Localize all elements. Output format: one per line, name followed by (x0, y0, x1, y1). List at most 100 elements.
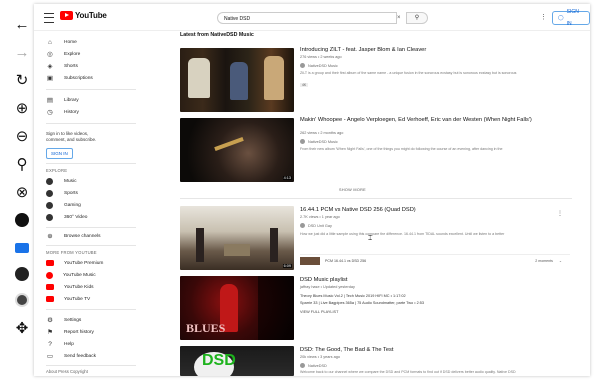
sidebar-item-gaming[interactable]: Gaming (34, 200, 146, 210)
sidebar-divider (46, 365, 136, 366)
thumbnail-speaker (270, 228, 278, 262)
sidebar-divider (46, 123, 136, 124)
sidebar-item-browse-channels[interactable]: ⊕ Browse channels (34, 231, 146, 241)
avatar (300, 63, 305, 68)
channel-link[interactable]: NativeDSD (300, 363, 327, 368)
show-more-link[interactable]: SHOW MORE (339, 188, 366, 192)
feedback-icon: ▭ (46, 353, 54, 360)
video-duration: 6:09 (282, 264, 292, 268)
moments-count[interactable]: 2 moments (535, 259, 553, 263)
channel-link[interactable]: NativeDSD Music (300, 139, 338, 144)
sidebar-item-360-video[interactable]: 360° Video (34, 212, 146, 222)
gear-icon: ⚙ (47, 317, 53, 324)
sidebar-item-shorts[interactable]: ◈ Shorts (34, 61, 146, 71)
video-more-options-icon[interactable]: ⋮ (557, 210, 563, 217)
playlist-item[interactable]: Theory Blues Music Vol.2 | Tech Music 20… (300, 294, 406, 298)
sidebar-item-label: YouTube TV (64, 296, 91, 302)
key-moments-row[interactable]: PCM 16.44.1 vs DSD 256 2 moments ⌄ (300, 254, 570, 267)
thumbnail-text: BLUES (186, 321, 226, 335)
video-thumbnail[interactable]: 6:09 (180, 206, 294, 270)
sidebar-item-subscriptions[interactable]: ▣ Subscriptions (34, 73, 146, 83)
playlist-meta: jaffray hase • Updated yesterday (300, 285, 355, 289)
edge-icon[interactable] (12, 210, 32, 230)
sidebar-item-music[interactable]: Music (34, 176, 146, 186)
playlist-item[interactable]: Sparrie 33 | Live Bagpipes 365a | 75 Aud… (300, 301, 424, 305)
video-description: From their new album 'When Night Falls',… (300, 147, 503, 151)
video-thumbnail[interactable]: 4:13 (180, 118, 294, 182)
zoom-in-icon[interactable]: ⊕ (12, 98, 32, 118)
video-title[interactable]: Makin' Whoopee - Angelo Verploegen, Ed V… (300, 117, 550, 124)
sidebar-item-library[interactable]: ▤ Library (34, 95, 146, 105)
sidebar-item-sports[interactable]: Sports (34, 188, 146, 198)
sidebar-item-explore[interactable]: ◎ Explore (34, 49, 146, 59)
menu-icon[interactable] (44, 13, 54, 23)
gaming-icon (46, 201, 53, 209)
move-icon[interactable]: ✥ (12, 318, 32, 338)
sidebar-footer[interactable]: About Press Copyright (46, 369, 88, 374)
sign-in-prompt: Sign in to like videos, comment, and sub… (46, 131, 97, 142)
sidebar-item-label: Shorts (64, 63, 78, 69)
sidebar-item-settings[interactable]: ⚙ Settings (34, 315, 146, 325)
forward-arrow-icon[interactable]: → (12, 42, 32, 62)
youtube-play-icon (60, 11, 73, 20)
settings-circle-icon[interactable] (12, 290, 32, 310)
moment-thumbnail (300, 257, 320, 265)
sidebar-item-label: Home (64, 39, 77, 45)
sidebar-sign-in-button[interactable]: SIGN IN (46, 148, 73, 159)
sidebar-item-report-history[interactable]: ⚑ Report history (34, 327, 146, 337)
video-title[interactable]: Introducing ZILT - feat. Jasper Blom & I… (300, 47, 426, 54)
view-full-playlist-link[interactable]: VIEW FULL PLAYLIST (300, 310, 338, 314)
sidebar-item-help[interactable]: ? Help (34, 339, 146, 349)
video-description: ZILT is a group and their first album of… (300, 71, 517, 75)
sidebar-item-youtube-music[interactable]: YouTube Music (34, 270, 146, 280)
sidebar-item-label: Library (64, 97, 79, 103)
search-input[interactable]: Native DSD (217, 12, 397, 24)
search-icon[interactable]: ⚲ (12, 154, 32, 174)
youtube-tv-icon (46, 296, 54, 302)
thumbnail-speaker (196, 228, 204, 262)
media-icon[interactable] (12, 264, 32, 284)
sidebar-divider (46, 309, 136, 310)
playlist-title[interactable]: DSD Music playlist (300, 277, 347, 284)
channel-name: DSD Unit Gay (308, 223, 332, 228)
sidebar-divider (46, 89, 136, 90)
channel-link[interactable]: DSD Unit Gay (300, 223, 332, 228)
sidebar-item-home[interactable]: ⌂ Home (34, 37, 146, 47)
video-thumbnail[interactable]: DSD (180, 346, 294, 376)
playlist-thumbnail[interactable]: BLUES (180, 276, 294, 340)
subscriptions-icon: ▣ (46, 75, 54, 82)
back-arrow-icon[interactable]: ← (12, 14, 32, 34)
shorts-icon: ◈ (47, 63, 53, 70)
moment-label: PCM 16.44.1 vs DSD 256 (325, 259, 367, 263)
video-title[interactable]: 16.44.1 PCM vs Native DSD 256 (Quad DSD) (300, 207, 416, 214)
thumbnail-trumpet (214, 136, 244, 152)
more-options-icon[interactable]: ⋮ (540, 13, 547, 21)
clear-search-icon[interactable]: × (397, 12, 405, 24)
library-icon: ▤ (46, 97, 54, 104)
video-description: How we just did a little sample using th… (300, 232, 505, 236)
close-circle-icon[interactable]: ⊗ (12, 182, 32, 202)
youtube-logo[interactable]: YouTube (60, 11, 107, 20)
sidebar-item-youtube-tv[interactable]: YouTube TV (34, 294, 146, 304)
avatar (300, 363, 305, 368)
channel-name: NativeDSD Music (308, 139, 338, 144)
channel-link[interactable]: NativeDSD Music (300, 63, 338, 68)
mouse-cursor-icon: ⌶ (368, 235, 373, 242)
sidebar-item-youtube-kids[interactable]: YouTube Kids (34, 282, 146, 292)
chevron-down-icon[interactable]: ⌄ (559, 259, 562, 263)
search-button[interactable]: ⚲ (406, 12, 428, 24)
sidebar-item-youtube-premium[interactable]: YouTube Premium (34, 258, 146, 268)
screenshot-frame: ← → ↻ ⊕ ⊖ ⚲ ⊗ ✥ YouTube Native DSD × ⚲ ⋮… (0, 0, 598, 382)
video-thumbnail[interactable] (180, 48, 294, 112)
sidebar-item-label: Explore (64, 51, 81, 57)
zoom-out-icon[interactable]: ⊖ (12, 126, 32, 146)
video-meta: 262 views • 2 months ago (300, 131, 344, 135)
refresh-icon[interactable]: ↻ (12, 70, 32, 90)
sign-in-button[interactable]: ◯ SIGN IN (552, 9, 590, 27)
youtube-header: YouTube Native DSD × ⚲ ⋮ ◯ SIGN IN (34, 4, 590, 31)
sidebar-item-send-feedback[interactable]: ▭ Send feedback (34, 351, 146, 361)
video-title[interactable]: DSD: The Good, The Bad & The Test (300, 347, 393, 354)
sidebar-item-history[interactable]: ◷ History (34, 107, 146, 117)
youtube-music-icon (46, 271, 53, 279)
app-blue-icon[interactable] (12, 238, 32, 258)
